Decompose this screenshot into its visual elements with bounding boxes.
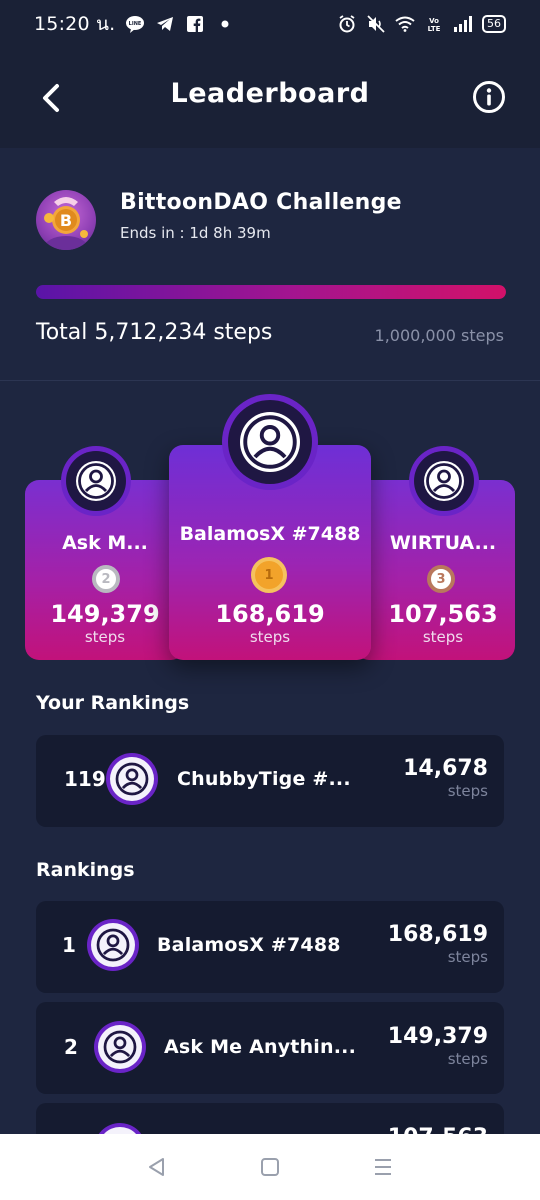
rank-steps: 168,619	[387, 922, 488, 947]
medal-rank: 1	[264, 567, 274, 583]
svg-text:LTE: LTE	[428, 25, 441, 33]
avatar	[110, 757, 154, 801]
signal-icon	[453, 14, 473, 34]
podium-avatar-rank-3	[414, 451, 474, 511]
info-button[interactable]	[472, 80, 506, 114]
user-avatar-icon	[115, 762, 149, 796]
battery-icon: 56	[482, 15, 506, 33]
rank-number: 1	[62, 933, 76, 957]
system-recents-button[interactable]	[368, 1152, 398, 1182]
medal-rank: 3	[436, 571, 446, 587]
system-nav-bar	[0, 1134, 540, 1200]
svg-text:B: B	[60, 211, 72, 230]
podium-name: Ask M...	[62, 532, 148, 554]
your-rankings-title: Your Rankings	[36, 692, 190, 714]
podium-avatar-rank-2	[66, 451, 126, 511]
your-ranking-row[interactable]: 119 ChubbyTige #... 14,678 steps	[36, 735, 504, 827]
menu-lines-icon	[375, 1159, 392, 1175]
challenge-header: B BittoonDAO Challenge Ends in : 1d 8h 3…	[36, 190, 506, 254]
line-app-icon: LINE	[125, 14, 145, 34]
challenge-title: BittoonDAO Challenge	[120, 190, 402, 215]
system-home-button[interactable]	[255, 1152, 285, 1182]
status-time: 15:20 น.	[34, 13, 116, 35]
status-bar: 15:20 น. LINE Vo LTE 56	[0, 0, 540, 48]
page-title: Leaderboard	[170, 78, 370, 109]
divider	[0, 380, 540, 381]
bronze-medal-icon: 3	[427, 565, 455, 593]
goal-steps: 1,000,000 steps	[374, 326, 504, 345]
ranking-row-1[interactable]: 1 BalamosX #7488 168,619 steps	[36, 901, 504, 993]
rank-name: ChubbyTige #...	[177, 768, 351, 790]
podium-steps-unit: steps	[422, 628, 464, 646]
podium-steps: 149,379	[50, 600, 160, 628]
silver-medal-icon: 2	[92, 565, 120, 593]
nav-bar: Leaderboard	[0, 48, 540, 148]
medal-rank: 2	[101, 571, 111, 587]
podium-steps-unit: steps	[84, 628, 126, 646]
user-avatar-icon	[240, 412, 300, 472]
avatar	[91, 923, 135, 967]
podium-name: WIRTUA...	[389, 532, 497, 554]
rank-steps: 149,379	[387, 1024, 488, 1049]
ranking-row-2[interactable]: 2 Ask Me Anythin... 149,379 steps	[36, 1002, 504, 1094]
podium-steps-unit: steps	[249, 628, 291, 646]
user-avatar-icon	[96, 928, 130, 962]
bitcoin-character-icon: B	[44, 197, 88, 250]
triangle-back-icon	[148, 1158, 164, 1176]
user-avatar-icon	[76, 461, 116, 501]
info-icon	[473, 81, 505, 113]
wifi-icon	[395, 14, 415, 34]
rank-steps: 14,678	[403, 756, 488, 781]
volte-icon: Vo LTE	[424, 14, 444, 34]
rank-steps-unit: steps	[447, 948, 488, 966]
telegram-icon	[155, 14, 175, 34]
challenge-countdown: Ends in : 1d 8h 39m	[120, 224, 271, 242]
podium-name: BalamosX #7488	[179, 523, 361, 545]
system-back-button[interactable]	[142, 1152, 172, 1182]
podium-avatar-rank-1	[228, 400, 312, 484]
square-home-icon	[260, 1158, 279, 1176]
total-steps: Total 5,712,234 steps	[36, 320, 273, 345]
notification-dot-icon	[215, 14, 235, 34]
challenge-progress-fill	[36, 285, 506, 299]
rank-number: 2	[64, 1035, 78, 1059]
rank-steps-unit: steps	[447, 1050, 488, 1068]
user-avatar-icon	[424, 461, 464, 501]
challenge-avatar: B	[36, 190, 96, 250]
rank-number: 119	[64, 767, 106, 791]
svg-text:LINE: LINE	[129, 21, 142, 27]
svg-text:Vo: Vo	[429, 17, 439, 25]
user-avatar-icon	[103, 1030, 137, 1064]
rank-steps-unit: steps	[447, 782, 488, 800]
challenge-progress-bar	[36, 285, 506, 299]
podium-steps: 168,619	[215, 600, 325, 628]
gold-medal-icon: 1	[251, 557, 287, 593]
rankings-title: Rankings	[36, 859, 135, 881]
mute-icon	[366, 14, 386, 34]
avatar	[98, 1025, 142, 1069]
alarm-icon	[337, 14, 357, 34]
rank-name: Ask Me Anythin...	[164, 1036, 356, 1058]
podium-steps: 107,563	[388, 600, 498, 628]
facebook-icon	[185, 14, 205, 34]
rank-name: BalamosX #7488	[157, 934, 341, 956]
